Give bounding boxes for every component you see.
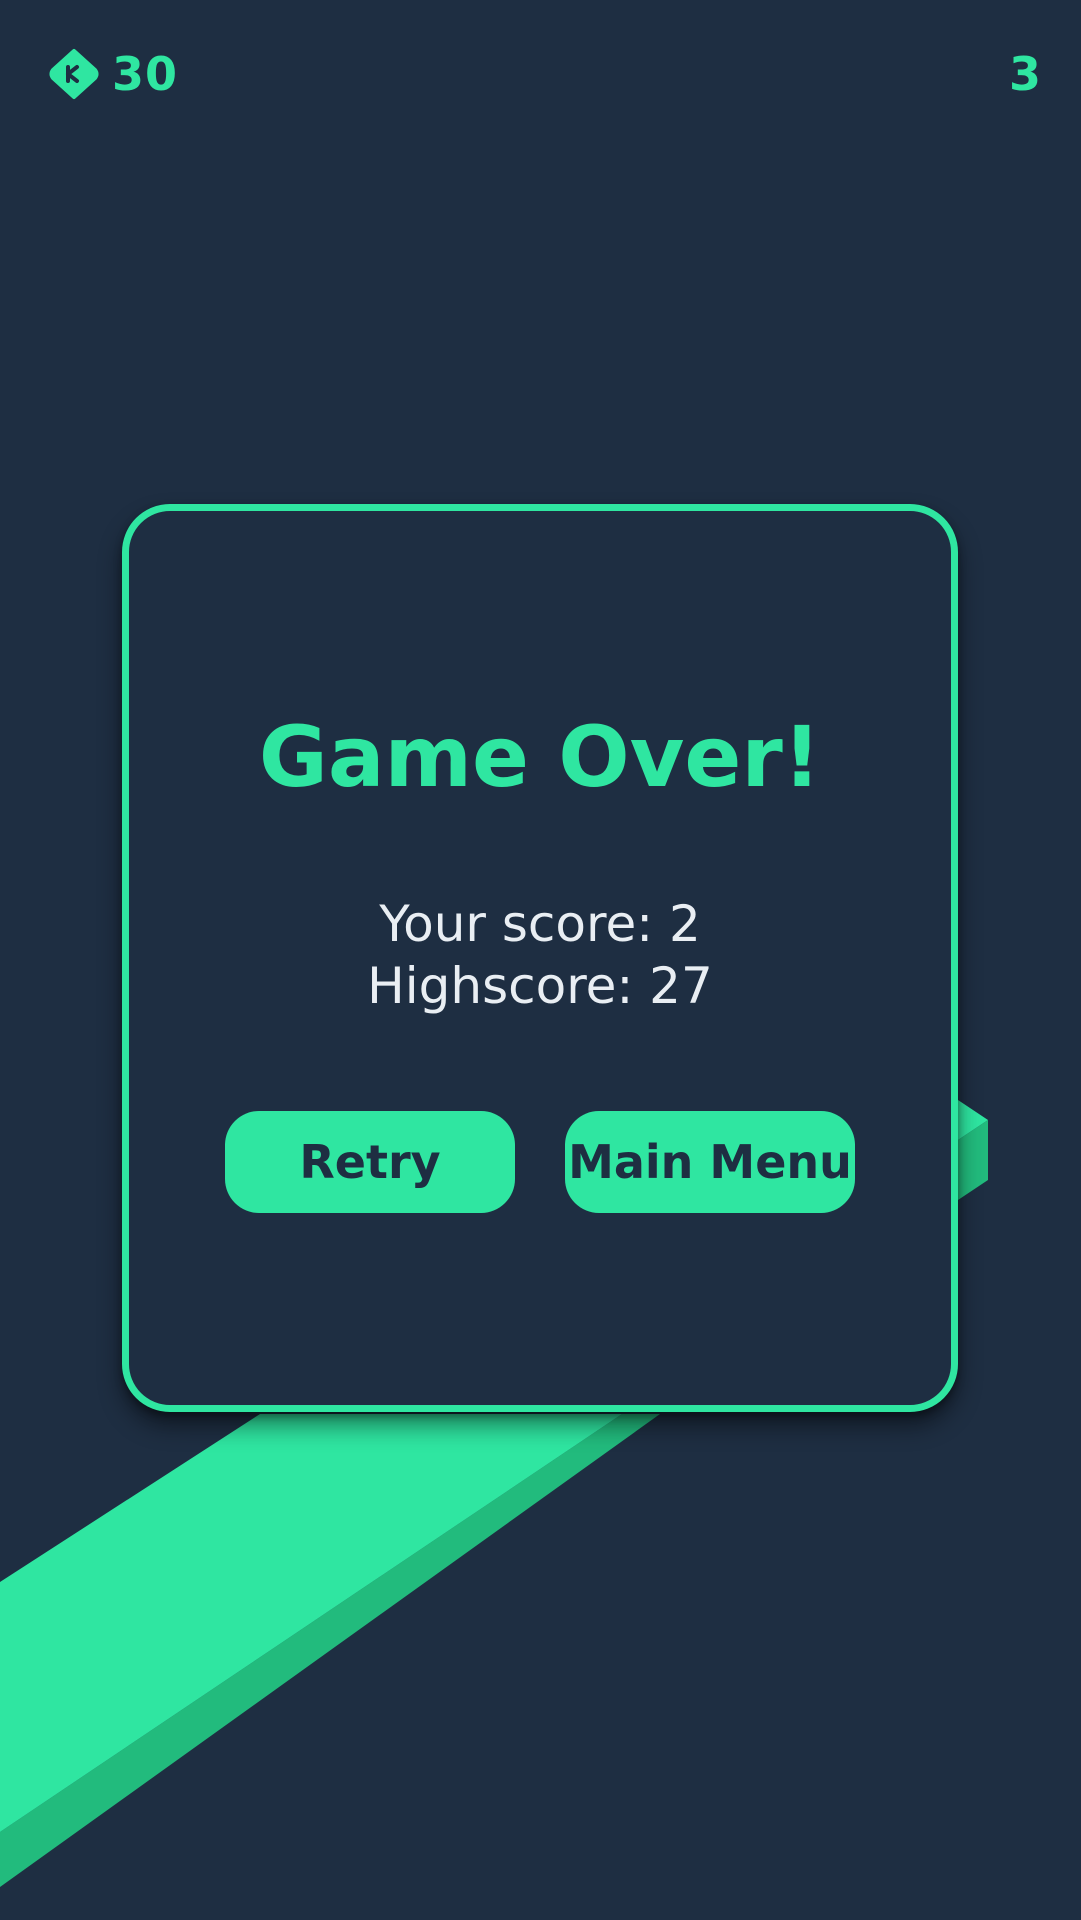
game-over-title: Game Over! xyxy=(258,708,822,806)
gem-count: 30 xyxy=(112,47,179,101)
highscore-text: Highscore: 27 xyxy=(367,957,713,1015)
game-over-panel: Game Over! Your score: 2 Highscore: 27 R… xyxy=(122,504,958,1412)
current-score: 3 xyxy=(1008,47,1041,101)
gem-icon xyxy=(49,49,99,99)
gem-counter: 30 xyxy=(48,48,178,100)
main-menu-button[interactable]: Main Menu xyxy=(565,1111,855,1213)
your-score-text: Your score: 2 xyxy=(379,895,701,953)
retry-button[interactable]: Retry xyxy=(225,1111,515,1213)
